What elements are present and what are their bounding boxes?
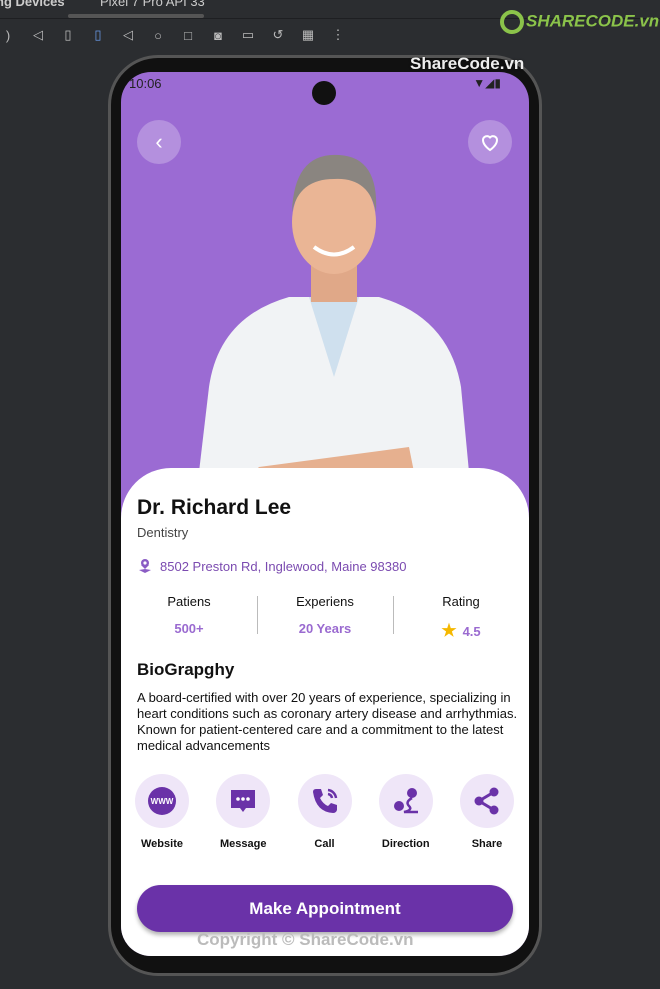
location-pin-icon — [139, 559, 151, 573]
message-icon — [231, 790, 256, 812]
emulator-toolbar: ) ◁ ▯ ▯ ◁ ○ □ ◙ ▭ ↺ ▦ ⋮ — [0, 22, 346, 48]
favorite-button[interactable] — [468, 120, 512, 164]
stats-row: Patiens 500+ Experiens 20 Years Rating ★ 4.5 — [121, 594, 529, 641]
action-label: Share — [471, 838, 503, 850]
action-label: Direction — [381, 838, 430, 850]
watermark-bottom: Copyright © ShareCode.vn — [197, 930, 414, 949]
direction-button[interactable]: Direction — [378, 774, 434, 850]
camera-icon[interactable]: ◙ — [210, 28, 226, 43]
star-icon: ★ — [441, 621, 457, 640]
action-label: Call — [314, 838, 335, 850]
svg-text:WWW: WWW — [151, 797, 174, 806]
bio-text: A board-certified with over 20 years of … — [137, 690, 518, 753]
doctor-photo — [199, 154, 469, 472]
stat-value: 20 Years — [298, 621, 352, 636]
volume-down-icon[interactable]: ◁ — [30, 27, 46, 43]
sharecode-logo: SHARECODE.vn — [500, 10, 659, 34]
doctor-address[interactable]: 8502 Preston Rd, Inglewood, Maine 98380 — [137, 558, 406, 574]
call-button[interactable]: Call — [297, 774, 353, 850]
stat-divider — [257, 596, 258, 634]
doctor-details-card: Dr. Richard Lee Dentistry 8502 Preston R… — [121, 468, 529, 956]
message-button[interactable]: Message — [215, 774, 271, 850]
phone-icon — [312, 788, 337, 813]
status-time: 10:06 — [129, 76, 162, 91]
back-button[interactable]: ‹ — [137, 120, 181, 164]
front-camera — [312, 81, 336, 105]
website-button[interactable]: WWW Website — [134, 774, 190, 850]
home-icon[interactable]: ○ — [150, 28, 166, 43]
reset-icon[interactable]: ↺ — [270, 27, 286, 43]
stat-value: 500+ — [174, 621, 204, 636]
chevron-left-icon: ‹ — [155, 129, 163, 154]
share-icon — [474, 787, 499, 815]
doctor-name: Dr. Richard Lee — [137, 496, 292, 519]
stat-rating: Rating ★ 4.5 — [393, 594, 529, 641]
stat-label: Rating — [442, 594, 480, 609]
action-label: Message — [220, 838, 267, 850]
status-icons: ▼◢▮ — [473, 76, 501, 90]
action-label: Website — [141, 838, 183, 850]
stat-label: Experiens — [296, 594, 354, 609]
address-text: 8502 Preston Rd, Inglewood, Maine 98380 — [160, 558, 407, 574]
stat-patients: Patiens 500+ — [121, 594, 257, 641]
record-icon[interactable]: ▭ — [240, 27, 256, 43]
keyboard-icon[interactable]: ▦ — [300, 27, 316, 43]
stat-experience: Experiens 20 Years — [257, 594, 393, 641]
action-row: WWW Website Message Call Direction Share — [121, 774, 529, 850]
rotate-right-icon[interactable]: ▯ — [90, 27, 106, 43]
heart-icon — [481, 135, 499, 152]
phone-screen: 10:06 ▼◢▮ ‹ Dr. Richard Lee Dentistry 85… — [121, 72, 529, 956]
volume-up-icon[interactable]: ) — [0, 28, 16, 43]
more-icon[interactable]: ⋮ — [330, 27, 346, 43]
www-globe-icon: WWW — [148, 787, 176, 815]
watermark-top: ShareCode.vn — [410, 54, 525, 73]
stat-value: 4.5 — [462, 624, 481, 639]
stat-label: Patiens — [167, 594, 211, 609]
device-tab[interactable]: Pixel 7 Pro API 33 — [100, 0, 205, 9]
stat-divider — [393, 596, 394, 634]
overview-icon[interactable]: □ — [180, 28, 196, 43]
share-button[interactable]: Share — [459, 774, 515, 850]
doctor-specialty: Dentistry — [137, 525, 189, 540]
panel-title: ng Devices — [0, 0, 65, 9]
make-appointment-button[interactable]: Make Appointment — [137, 885, 513, 932]
rotate-left-icon[interactable]: ▯ — [60, 27, 76, 43]
back-icon[interactable]: ◁ — [120, 27, 136, 43]
bio-heading: BioGrapghy — [137, 660, 235, 679]
direction-icon — [393, 788, 418, 814]
